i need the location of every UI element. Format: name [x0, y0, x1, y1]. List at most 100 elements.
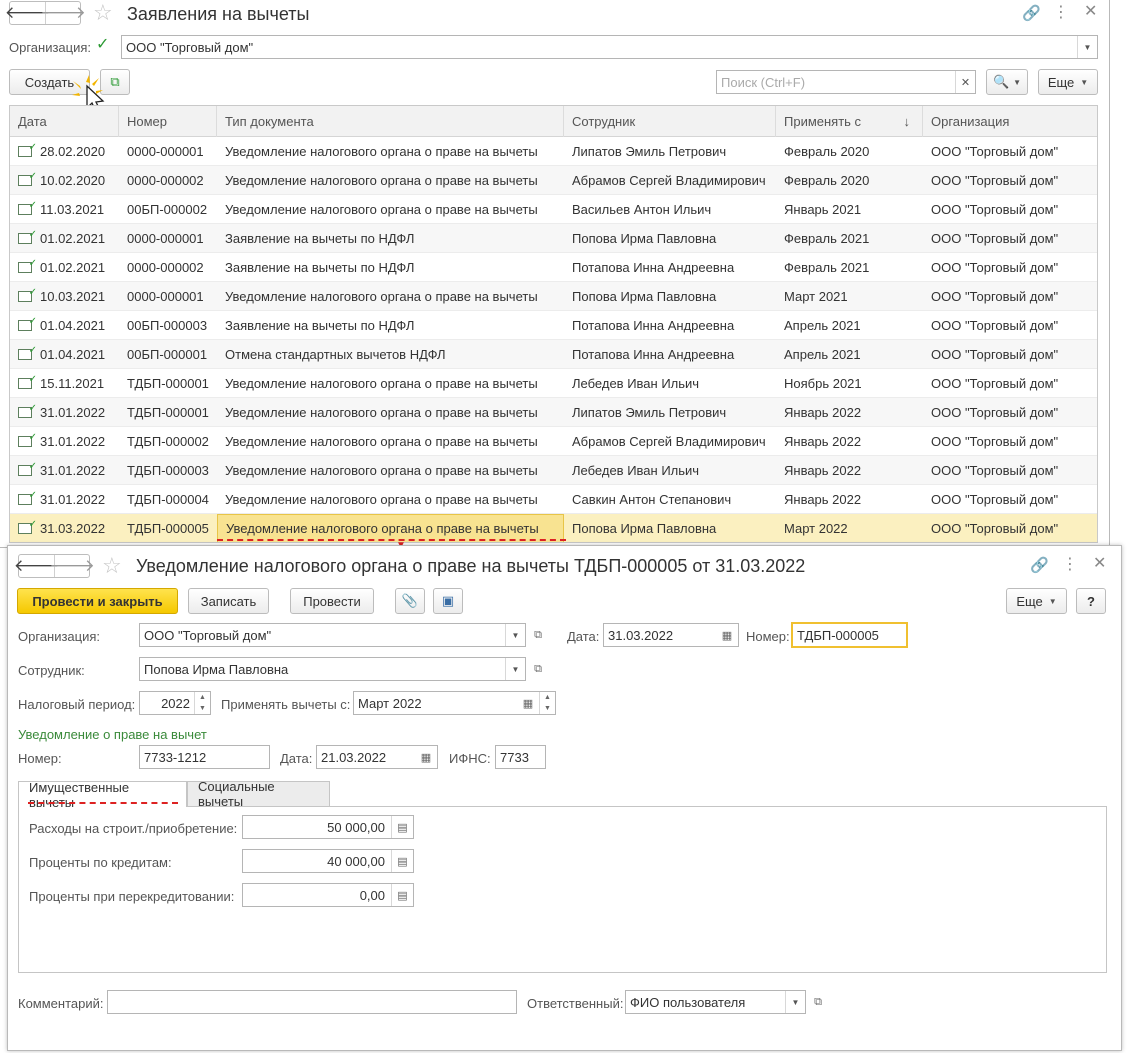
cell-org-text: ООО "Торговый дом"	[931, 347, 1059, 362]
apply-spinner-icon[interactable]: ▲ ▼	[539, 692, 555, 714]
cell-num-text: 00БП-000002	[127, 202, 208, 217]
forward-arrow-icon[interactable]: 🡒	[40, 2, 86, 24]
cell-num: ТДБП-000001	[119, 369, 217, 398]
cell-from: Март 2021	[776, 282, 923, 311]
refinance-calculator-icon[interactable]: ▤	[391, 884, 413, 906]
table-row[interactable]: 31.01.2022 ТДБП-000004 Уведомление налогов…	[10, 485, 1097, 514]
cell-date-text: 31.03.2022	[40, 521, 106, 536]
search-button[interactable]: 🔍 ▼	[986, 69, 1028, 95]
cell-from: Январь 2021	[776, 195, 923, 224]
col-organization[interactable]: Организация	[923, 106, 1097, 137]
table-row[interactable]: 01.04.2021 00БП-000003 Заявление на вычеты…	[10, 311, 1097, 340]
notice-calendar-icon[interactable]: ▦	[415, 746, 437, 768]
responsible-chevron-icon[interactable]: ▼	[785, 991, 805, 1013]
cell-num-text: 0000-000001	[127, 144, 204, 159]
cell-org-text: ООО "Торговый дом"	[931, 173, 1059, 188]
structure-icon[interactable]: ▣	[433, 588, 463, 614]
ifns-field[interactable]: 7733	[495, 745, 546, 769]
search-field[interactable]: Поиск (Ctrl+F) ✕	[716, 70, 976, 94]
open-employee-icon[interactable]: ⧉	[528, 658, 548, 680]
open-org-icon[interactable]: ⧉	[528, 624, 548, 646]
cell-emp-text: Абрамов Сергей Владимирович	[572, 173, 766, 188]
cell-num-text: 0000-000002	[127, 260, 204, 275]
table-row[interactable]: 31.01.2022 ТДБП-000001 Уведомление налогов…	[10, 398, 1097, 427]
doc-link-icon[interactable]: 🔗	[1030, 558, 1049, 573]
help-button[interactable]: ?	[1076, 588, 1106, 614]
table-row[interactable]: 01.04.2021 00БП-000001 Отмена стандартных …	[10, 340, 1097, 369]
apply-calendar-icon[interactable]: ▦	[517, 692, 539, 714]
doc-favorite-star-icon[interactable]: ☆	[102, 555, 122, 577]
table-row[interactable]: 15.11.2021 ТДБП-000001 Уведомление налогов…	[10, 369, 1097, 398]
comment-field[interactable]	[107, 990, 517, 1014]
cell-num-text: ТДБП-000002	[127, 434, 209, 449]
cell-num: ТДБП-000005	[119, 514, 217, 542]
cell-date-text: 01.04.2021	[40, 318, 106, 333]
col-doc-type[interactable]: Тип документа	[217, 106, 564, 137]
calculator-icon[interactable]: ▤	[391, 816, 413, 838]
deductions-list-window: 🡐 🡒 ☆ Заявления на вычеты 🔗 ⋮ ✕ Организа…	[0, 0, 1110, 548]
ifns-label: ИФНС:	[449, 751, 491, 766]
table-row[interactable]: 28.02.2020 0000-000001 Уведомление налогов…	[10, 137, 1097, 166]
expenses-field[interactable]: 50 000,00 ▤	[242, 815, 414, 839]
table-row[interactable]: 10.03.2021 0000-000001 Уведомление налогов…	[10, 282, 1097, 311]
clear-icon[interactable]: ✕	[955, 71, 975, 93]
doc-close-icon[interactable]: ✕	[1093, 556, 1106, 572]
more-button[interactable]: Еще ▼	[1038, 69, 1098, 95]
save-button[interactable]: Записать	[188, 588, 269, 614]
doc-org-field[interactable]: ООО "Торговый дом" ▼	[139, 623, 526, 647]
doc-more-button[interactable]: Еще ▼	[1006, 588, 1067, 614]
spinner-icon[interactable]: ▲ ▼	[194, 692, 210, 714]
col-date[interactable]: Дата	[10, 106, 119, 137]
col-number[interactable]: Номер	[119, 106, 217, 137]
cell-emp-text: Попова Ирма Павловна	[572, 231, 717, 246]
cell-type: Уведомление налогового органа о праве на…	[217, 398, 564, 427]
refinance-field[interactable]: 0,00 ▤	[242, 883, 414, 907]
col-apply-from[interactable]: Применять с ↓	[776, 106, 923, 137]
date-field[interactable]: 31.03.2022 ▦	[603, 623, 739, 647]
table-row[interactable]: 01.02.2021 0000-000001 Заявление на вычеты…	[10, 224, 1097, 253]
notice-date-field[interactable]: 21.03.2022 ▦	[316, 745, 438, 769]
tax-period-field[interactable]: 2022 ▲ ▼	[139, 691, 211, 715]
cell-from: Ноябрь 2021	[776, 369, 923, 398]
responsible-field[interactable]: ФИО пользователя ▼	[625, 990, 806, 1014]
table-row[interactable]: 11.03.2021 00БП-000002 Уведомление налогов…	[10, 195, 1097, 224]
chevron-down-icon[interactable]: ▼	[1077, 36, 1097, 58]
open-responsible-icon[interactable]: ⧉	[808, 991, 828, 1013]
table-row[interactable]: 31.01.2022 ТДБП-000003 Уведомление налогов…	[10, 456, 1097, 485]
link-icon[interactable]: 🔗	[1022, 6, 1041, 21]
post-and-close-button[interactable]: Провести и закрыть	[17, 588, 178, 614]
attachment-icon[interactable]: 📎	[395, 588, 425, 614]
close-icon[interactable]: ✕	[1084, 4, 1097, 20]
cell-from: Январь 2022	[776, 485, 923, 514]
doc-forward-arrow-icon[interactable]: 🡒	[49, 555, 95, 577]
apply-from-field[interactable]: Март 2022 ▦ ▲ ▼	[353, 691, 556, 715]
post-button[interactable]: Провести	[290, 588, 374, 614]
calendar-icon[interactable]: ▦	[716, 624, 738, 646]
apply-from-value: Март 2022	[358, 695, 422, 711]
more-vertical-icon[interactable]: ⋮	[1053, 5, 1069, 21]
doc-org-chevron-icon[interactable]: ▼	[505, 624, 525, 646]
tab-social-deductions[interactable]: Социальные вычеты	[187, 779, 330, 809]
cell-emp-text: Васильев Антон Ильич	[572, 202, 712, 217]
notice-number-field[interactable]: 7733-1212	[139, 745, 270, 769]
employee-chevron-icon[interactable]: ▼	[505, 658, 525, 680]
col-employee[interactable]: Сотрудник	[564, 106, 776, 137]
responsible-value: ФИО пользователя	[630, 994, 746, 1010]
table-row[interactable]: 10.02.2020 0000-000002 Уведомление налогов…	[10, 166, 1097, 195]
org-filter-field[interactable]: ООО "Торговый дом" ▼	[121, 35, 1098, 59]
number-value: ТДБП-000005	[797, 627, 879, 643]
doc-more-vertical-icon[interactable]: ⋮	[1062, 557, 1078, 573]
number-field[interactable]: ТДБП-000005	[791, 622, 908, 648]
posted-document-icon	[18, 427, 37, 452]
cell-from-text: Февраль 2021	[784, 231, 870, 246]
favorite-star-icon[interactable]: ☆	[93, 2, 113, 24]
org-filter-checkbox[interactable]: ✓	[96, 37, 112, 53]
employee-label: Сотрудник:	[18, 663, 85, 678]
interest-field[interactable]: 40 000,00 ▤	[242, 849, 414, 873]
cell-type-text: Уведомление налогового органа о праве на…	[225, 434, 538, 449]
table-row[interactable]: 31.01.2022 ТДБП-000002 Уведомление налогов…	[10, 427, 1097, 456]
employee-field[interactable]: Попова Ирма Павловна ▼	[139, 657, 526, 681]
cell-from-text: Апрель 2021	[784, 318, 861, 333]
interest-calculator-icon[interactable]: ▤	[391, 850, 413, 872]
table-row[interactable]: 01.02.2021 0000-000002 Заявление на вычеты…	[10, 253, 1097, 282]
